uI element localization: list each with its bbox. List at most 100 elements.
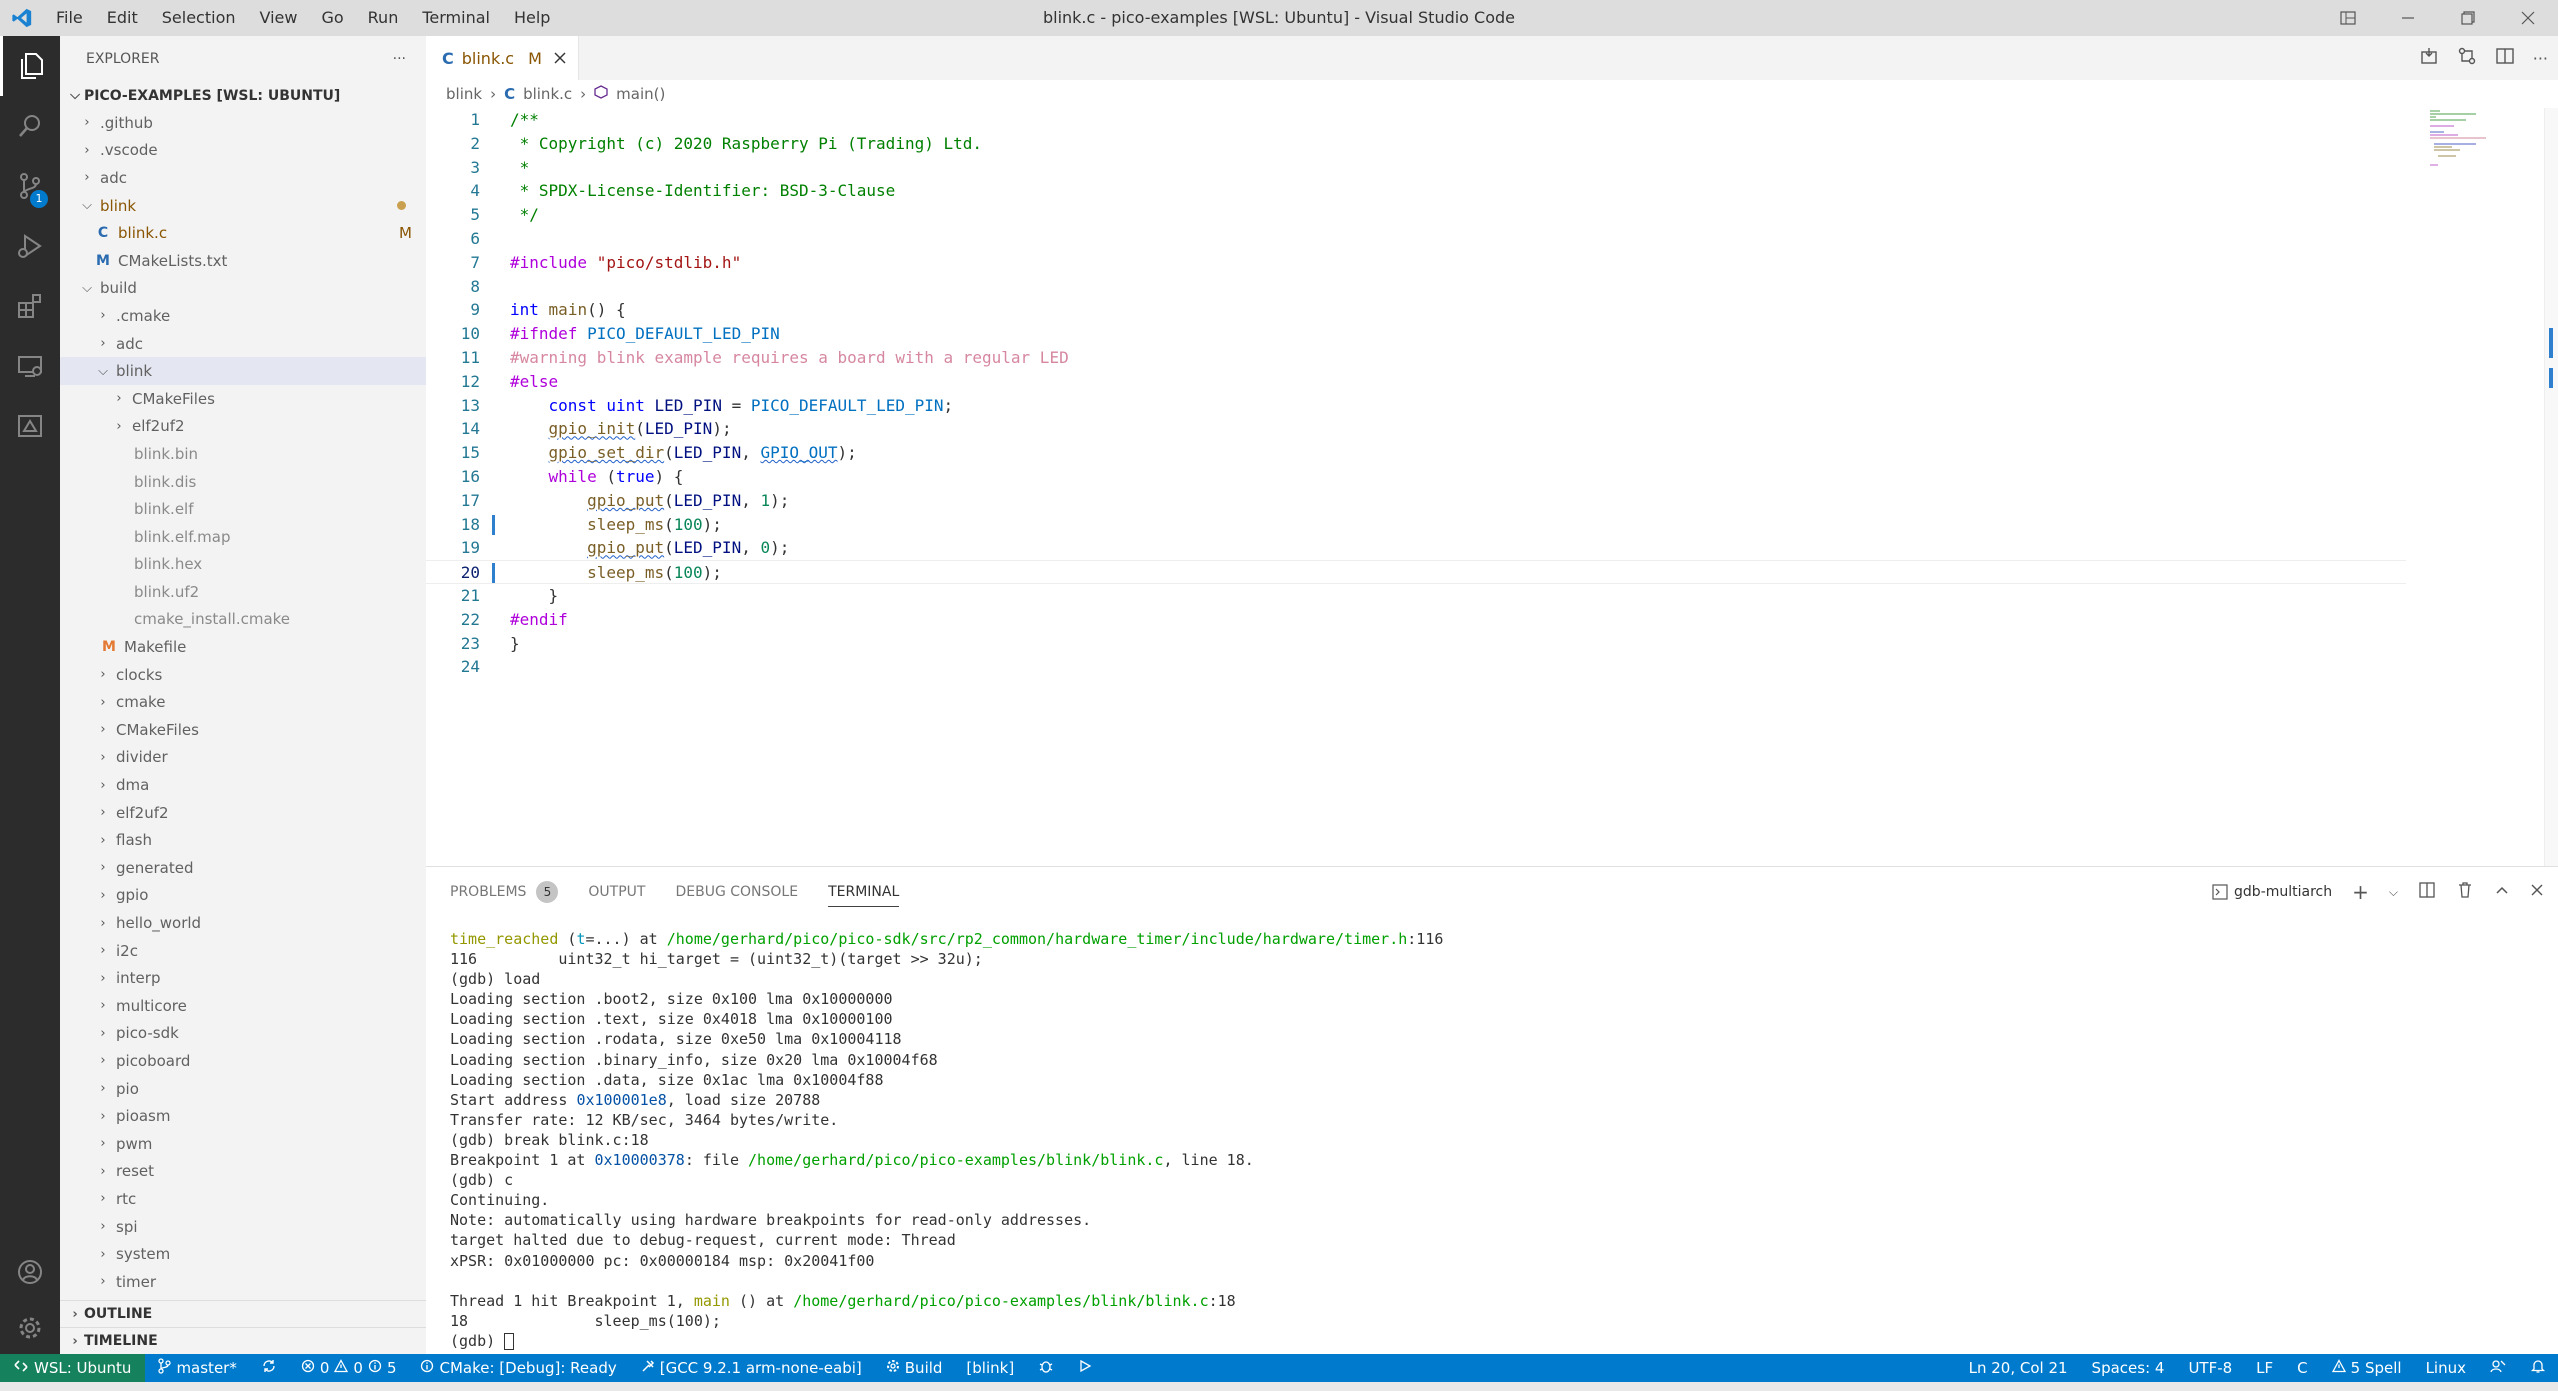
- remote-indicator[interactable]: WSL: Ubuntu: [0, 1354, 146, 1382]
- minimize-button[interactable]: [2378, 0, 2438, 36]
- tree-item[interactable]: › clocks: [60, 661, 426, 689]
- tree-item[interactable]: › adc: [60, 330, 426, 358]
- target-selector[interactable]: [blink]: [954, 1359, 1026, 1377]
- breadcrumb-folder[interactable]: blink: [446, 85, 482, 103]
- tree-item[interactable]: › divider: [60, 744, 426, 772]
- tree-item[interactable]: › picoboard: [60, 1047, 426, 1075]
- tree-item[interactable]: ⌵ blink: [60, 192, 426, 220]
- restore-button[interactable]: [2438, 0, 2498, 36]
- feedback-button[interactable]: [2478, 1358, 2518, 1378]
- layout-toggle-icon[interactable]: [2318, 0, 2378, 36]
- tree-item[interactable]: › system: [60, 1240, 426, 1268]
- problems-indicator[interactable]: 0 0 5: [289, 1359, 409, 1377]
- tree-item[interactable]: › .github: [60, 109, 426, 137]
- tree-item[interactable]: › pico-sdk: [60, 1020, 426, 1048]
- tab-blink-c[interactable]: C blink.c M: [426, 36, 579, 80]
- tree-item[interactable]: › CMakeFiles: [60, 385, 426, 413]
- explorer-icon[interactable]: [0, 36, 60, 96]
- kit-selector[interactable]: [GCC 9.2.1 arm-none-eabi]: [629, 1359, 874, 1377]
- terminal-output[interactable]: time_reached (t=...) at /home/gerhard/pi…: [450, 929, 1443, 1351]
- cmake-build-icon[interactable]: [2419, 46, 2439, 71]
- tree-item[interactable]: blink.bin: [60, 440, 426, 468]
- accounts-icon[interactable]: [0, 1242, 60, 1302]
- close-tab-icon[interactable]: [554, 49, 566, 68]
- outline-section[interactable]: › OUTLINE: [60, 1300, 426, 1327]
- close-button[interactable]: [2498, 0, 2558, 36]
- tree-item[interactable]: blink.elf.map: [60, 523, 426, 551]
- tree-item[interactable]: › timer: [60, 1268, 426, 1296]
- tree-item[interactable]: › hello_world: [60, 909, 426, 937]
- tree-item[interactable]: Cblink.c M: [60, 219, 426, 247]
- chevron-down-icon[interactable]: ⌵: [2389, 885, 2398, 900]
- breadcrumb-symbol[interactable]: main(): [616, 85, 665, 103]
- tree-item[interactable]: › generated: [60, 854, 426, 882]
- close-panel-icon[interactable]: [2530, 883, 2544, 901]
- menu-file[interactable]: File: [44, 0, 95, 36]
- tree-item[interactable]: blink.hex: [60, 551, 426, 579]
- editor-more-icon[interactable]: ···: [2533, 49, 2548, 68]
- tab-terminal[interactable]: TERMINAL: [828, 877, 900, 907]
- tree-item[interactable]: › pio: [60, 1075, 426, 1103]
- menu-terminal[interactable]: Terminal: [410, 0, 502, 36]
- tree-item[interactable]: › spi: [60, 1213, 426, 1241]
- tree-item[interactable]: › multicore: [60, 992, 426, 1020]
- editor-scrollbar[interactable]: [2544, 108, 2558, 866]
- debug-button[interactable]: [1026, 1358, 1066, 1378]
- tree-item[interactable]: › interp: [60, 964, 426, 992]
- tree-item[interactable]: › i2c: [60, 937, 426, 965]
- timeline-section[interactable]: › TIMELINE: [60, 1327, 426, 1354]
- cursor-position[interactable]: Ln 20, Col 21: [1957, 1359, 2080, 1377]
- tree-item[interactable]: M Makefile: [60, 633, 426, 661]
- open-changes-icon[interactable]: [2457, 46, 2477, 71]
- cmake-icon[interactable]: [0, 396, 60, 456]
- split-terminal-icon[interactable]: [2418, 881, 2436, 903]
- remote-explorer-icon[interactable]: [0, 336, 60, 396]
- maximize-panel-icon[interactable]: [2494, 882, 2510, 902]
- extensions-icon[interactable]: [0, 276, 60, 336]
- breadcrumb-file[interactable]: blink.c: [523, 85, 572, 103]
- tree-item[interactable]: blink.uf2: [60, 578, 426, 606]
- tree-item[interactable]: › pioasm: [60, 1102, 426, 1130]
- tree-item[interactable]: › adc: [60, 164, 426, 192]
- more-actions-icon[interactable]: ···: [393, 51, 406, 67]
- tree-item[interactable]: › elf2uf2: [60, 799, 426, 827]
- new-terminal-icon[interactable]: +: [2352, 880, 2369, 904]
- end-of-line[interactable]: LF: [2244, 1359, 2285, 1377]
- indentation[interactable]: Spaces: 4: [2080, 1359, 2177, 1377]
- encoding[interactable]: UTF-8: [2176, 1359, 2244, 1377]
- menu-view[interactable]: View: [248, 0, 310, 36]
- tree-item[interactable]: › flash: [60, 826, 426, 854]
- tree-item[interactable]: M CMakeLists.txt: [60, 247, 426, 275]
- platform[interactable]: Linux: [2414, 1359, 2478, 1377]
- trash-icon[interactable]: [2456, 881, 2474, 903]
- run-debug-icon[interactable]: [0, 216, 60, 276]
- menu-go[interactable]: Go: [309, 0, 355, 36]
- workspace-root[interactable]: ⌵ PICO-EXAMPLES [WSL: UBUNTU]: [60, 82, 426, 109]
- tree-item[interactable]: › reset: [60, 1158, 426, 1186]
- tree-item[interactable]: blink.elf: [60, 495, 426, 523]
- menu-run[interactable]: Run: [356, 0, 411, 36]
- launch-button[interactable]: [1066, 1359, 1104, 1377]
- source-control-icon[interactable]: 1: [0, 156, 60, 216]
- tree-item[interactable]: › cmake: [60, 688, 426, 716]
- tree-item[interactable]: › .cmake: [60, 302, 426, 330]
- tree-item[interactable]: › CMakeFiles: [60, 716, 426, 744]
- tree-item[interactable]: blink.dis: [60, 468, 426, 496]
- notifications-button[interactable]: [2518, 1358, 2558, 1378]
- tree-item[interactable]: ⌵ build: [60, 275, 426, 303]
- tab-output[interactable]: OUTPUT: [588, 867, 645, 917]
- tree-item[interactable]: › dma: [60, 771, 426, 799]
- language-mode[interactable]: C: [2285, 1359, 2319, 1377]
- tree-item[interactable]: cmake_install.cmake: [60, 606, 426, 634]
- minimap[interactable]: [2428, 108, 2548, 208]
- terminal-selector[interactable]: gdb-multiarch: [2212, 884, 2332, 900]
- menu-selection[interactable]: Selection: [150, 0, 248, 36]
- tree-item[interactable]: › elf2uf2: [60, 413, 426, 441]
- tree-item[interactable]: ⌵ blink: [60, 357, 426, 385]
- spell-check[interactable]: 5 Spell: [2320, 1359, 2414, 1377]
- sync-button[interactable]: [249, 1358, 289, 1378]
- menu-help[interactable]: Help: [502, 0, 562, 36]
- tree-item[interactable]: › .vscode: [60, 137, 426, 165]
- code-editor[interactable]: 1 /** 2 * Copyright (c) 2020 Raspberry Pi…: [426, 108, 2426, 679]
- tab-problems[interactable]: PROBLEMS 5: [450, 867, 559, 917]
